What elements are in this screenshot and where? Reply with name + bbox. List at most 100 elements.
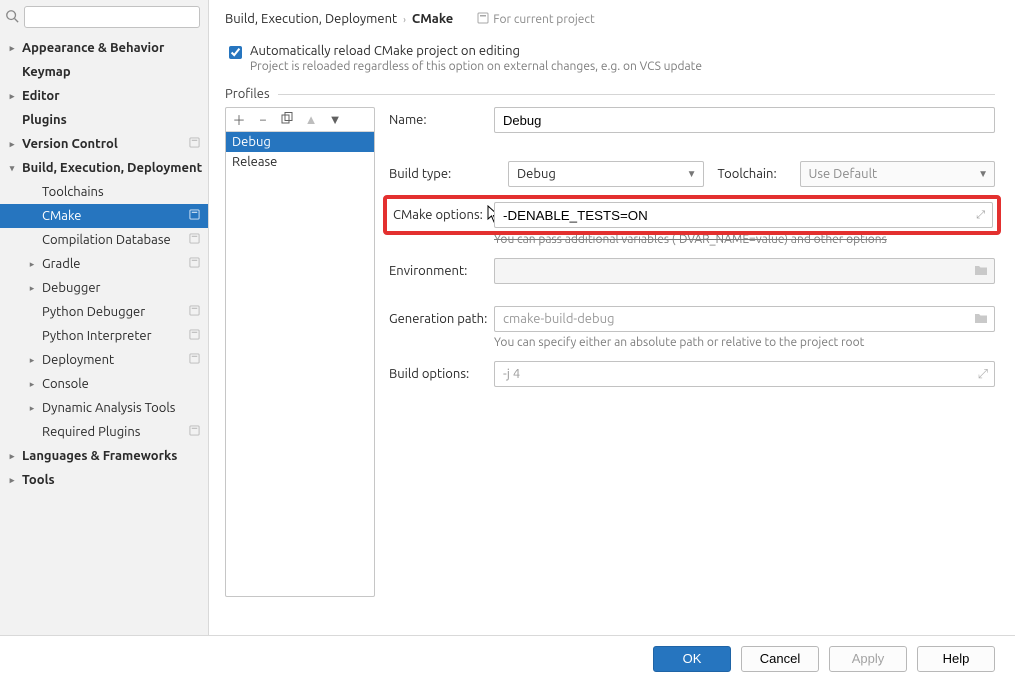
sidebar-item-appearance-behavior[interactable]: ▸Appearance & Behavior — [0, 36, 208, 60]
project-scope-icon — [189, 305, 200, 319]
sidebar-item-compilation-database[interactable]: Compilation Database — [0, 228, 208, 252]
sidebar-item-deployment[interactable]: ▸ Deployment — [0, 348, 208, 372]
sidebar-item-build-execution-deployment[interactable]: ▾ Build, Execution, Deployment — [0, 156, 208, 180]
settings-tree: ▸Appearance & Behavior Keymap ▸ Editor Plugi… — [0, 34, 208, 635]
scope-indicator: For current project — [477, 12, 595, 27]
sidebar-item-label: Editor — [22, 89, 60, 103]
sidebar-item-label: Languages & Frameworks — [22, 449, 177, 463]
copy-profile-button[interactable] — [280, 112, 294, 127]
breadcrumb-current: CMake — [412, 12, 453, 26]
profile-item-debug[interactable]: Debug — [226, 132, 374, 152]
breadcrumb: Build, Execution, Deployment › CMake — [225, 12, 453, 26]
toolchain-label: Toolchain: — [718, 167, 786, 181]
expand-icon[interactable]: ⤢ — [978, 367, 988, 382]
sidebar-item-label: Deployment — [42, 353, 114, 367]
move-down-button[interactable]: ▼ — [328, 112, 342, 127]
project-scope-icon — [189, 425, 200, 439]
name-label: Name: — [389, 113, 494, 127]
project-scope-icon — [189, 353, 200, 367]
project-scope-icon — [189, 329, 200, 343]
sidebar-item-python-interpreter[interactable]: Python Interpreter — [0, 324, 208, 348]
sidebar-item-debugger[interactable]: ▸Debugger — [0, 276, 208, 300]
expand-icon[interactable]: ⤢ — [976, 209, 985, 222]
chevron-right-icon[interactable]: ▸ — [6, 91, 18, 102]
sidebar-item-required-plugins[interactable]: Required Plugins — [0, 420, 208, 444]
chevron-right-icon[interactable]: ▸ — [26, 283, 38, 294]
apply-button[interactable]: Apply — [829, 646, 907, 672]
search-input[interactable] — [24, 6, 200, 28]
sidebar-item-console[interactable]: ▸ Console — [0, 372, 208, 396]
cmake-options-input[interactable] — [494, 202, 993, 228]
add-profile-button[interactable]: ＋ — [232, 110, 246, 129]
project-scope-icon — [189, 233, 200, 247]
settings-content: Build, Execution, Deployment › CMake For… — [209, 0, 1015, 635]
sidebar-item-label: Plugins — [22, 113, 67, 127]
build-options-label: Build options: — [389, 367, 494, 381]
sidebar-item-label: Compilation Database — [42, 233, 171, 247]
sidebar-item-tools[interactable]: ▸Tools — [0, 468, 208, 492]
project-scope-icon — [477, 12, 489, 27]
environment-input[interactable] — [494, 258, 995, 284]
help-button[interactable]: Help — [917, 646, 995, 672]
name-input[interactable] — [494, 107, 995, 133]
ok-button[interactable]: OK — [653, 646, 731, 672]
cmake-options-label: CMake options: — [393, 208, 494, 222]
build-options-placeholder: -j 4 — [503, 367, 520, 381]
profiles-title: Profiles — [225, 87, 270, 101]
chevron-down-icon: ▼ — [978, 168, 988, 180]
sidebar-item-version-control[interactable]: ▸Version Control — [0, 132, 208, 156]
sidebar-item-editor[interactable]: ▸ Editor — [0, 84, 208, 108]
build-options-input[interactable]: -j 4 ⤢ — [494, 361, 995, 387]
chevron-right-icon[interactable]: ▸ — [26, 355, 38, 366]
folder-icon[interactable] — [974, 264, 988, 279]
profiles-panel: ＋ − ▲ ▼ DebugRelease — [225, 107, 375, 597]
sidebar-item-label: CMake — [42, 209, 81, 223]
breadcrumb-parent[interactable]: Build, Execution, Deployment — [225, 12, 397, 26]
chevron-right-icon[interactable]: ▸ — [6, 475, 18, 486]
auto-reload-checkbox[interactable] — [229, 46, 242, 59]
sidebar-item-languages-frameworks[interactable]: ▸ Languages & Frameworks — [0, 444, 208, 468]
sidebar-item-label: Gradle — [42, 257, 80, 271]
auto-reload-label[interactable]: Automatically reload CMake project on ed… — [250, 44, 702, 58]
sidebar-item-cmake[interactable]: CMake — [0, 204, 208, 228]
sidebar-item-label: Console — [42, 377, 89, 391]
remove-profile-button[interactable]: − — [256, 113, 270, 127]
generation-hint: You can specify either an absolute path … — [494, 336, 995, 349]
sidebar-item-gradle[interactable]: ▸ Gradle — [0, 252, 208, 276]
sidebar-item-label: Python Debugger — [42, 305, 145, 319]
toolchain-select[interactable]: Use Default ▼ — [800, 161, 996, 187]
sidebar-item-label: Keymap — [22, 65, 71, 79]
profile-item-release[interactable]: Release — [226, 152, 374, 172]
sidebar-item-dynamic-analysis-tools[interactable]: ▸ Dynamic Analysis Tools — [0, 396, 208, 420]
sidebar-item-python-debugger[interactable]: Python Debugger — [0, 300, 208, 324]
sidebar-item-label: Python Interpreter — [42, 329, 152, 343]
chevron-down-icon: ▼ — [687, 168, 697, 180]
sidebar-item-label: Dynamic Analysis Tools — [42, 401, 175, 415]
auto-reload-sublabel: Project is reloaded regardless of this o… — [250, 60, 702, 73]
sidebar-item-keymap[interactable]: Keymap — [0, 60, 208, 84]
generation-placeholder: cmake-build-debug — [503, 312, 614, 326]
sidebar-item-label: Toolchains — [42, 185, 104, 199]
dialog-footer: OK Cancel Apply Help — [0, 635, 1015, 681]
profiles-list[interactable]: DebugRelease — [226, 132, 374, 596]
move-up-button[interactable]: ▲ — [304, 112, 318, 127]
chevron-right-icon[interactable]: ▸ — [26, 379, 38, 390]
cmake-options-row: CMake options: ⤢ — [383, 195, 1001, 235]
toolchain-value: Use Default — [809, 167, 878, 181]
build-type-select[interactable]: Debug ▼ — [508, 161, 704, 187]
cancel-button[interactable]: Cancel — [741, 646, 819, 672]
chevron-right-icon: › — [403, 14, 406, 25]
project-scope-icon — [189, 209, 200, 223]
chevron-right-icon[interactable]: ▸ — [26, 403, 38, 414]
sidebar-item-toolchains[interactable]: Toolchains — [0, 180, 208, 204]
sidebar-item-label: Build, Execution, Deployment — [22, 161, 202, 175]
chevron-right-icon[interactable]: ▸ — [6, 451, 18, 462]
project-scope-icon — [189, 257, 200, 271]
folder-icon[interactable] — [974, 312, 988, 327]
chevron-right-icon[interactable]: ▸ — [26, 259, 38, 270]
sidebar-item-plugins[interactable]: Plugins — [0, 108, 208, 132]
chevron-right-icon[interactable]: ▸ — [6, 139, 18, 150]
chevron-right-icon[interactable]: ▸ — [6, 43, 18, 54]
chevron-down-icon[interactable]: ▾ — [6, 163, 18, 174]
generation-path-input[interactable]: cmake-build-debug — [494, 306, 995, 332]
